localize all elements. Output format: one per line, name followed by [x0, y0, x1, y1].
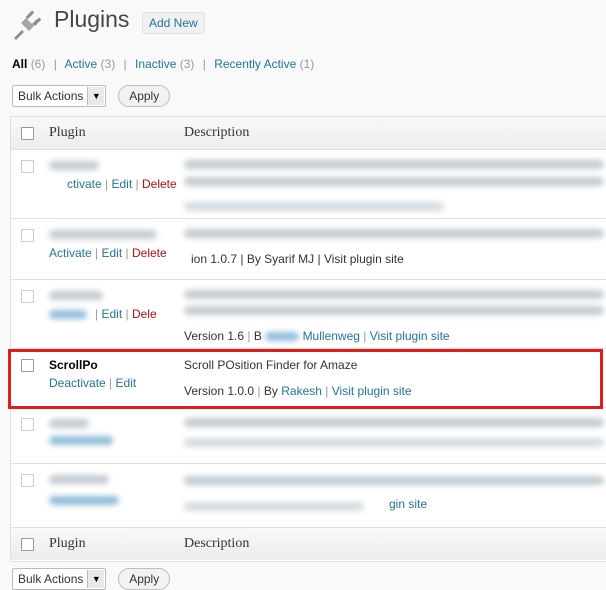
column-plugin-footer: Plugin — [49, 536, 86, 551]
blurred-plugin-name — [49, 230, 157, 239]
filter-all[interactable]: All — [12, 57, 27, 71]
blurred-plugin-name — [49, 475, 109, 484]
table-header: Plugin Description — [11, 117, 606, 150]
delete-link[interactable]: Delete — [132, 246, 167, 260]
blurred-description — [184, 290, 604, 299]
activate-link[interactable]: Activate — [49, 246, 92, 260]
blurred-description — [184, 177, 604, 186]
blurred-description — [184, 160, 604, 169]
visit-plugin-site-link[interactable]: Visit plugin site — [370, 329, 450, 343]
row-checkbox[interactable] — [21, 290, 34, 303]
column-plugin: Plugin — [49, 125, 86, 140]
blurred-description — [184, 229, 604, 238]
apply-button[interactable]: Apply — [118, 85, 171, 107]
bulk-actions-select-bottom[interactable]: Bulk Actions ▼ — [12, 568, 107, 590]
filter-recently-active[interactable]: Recently Active — [214, 57, 296, 71]
filter-inactive-count: (3) — [179, 57, 195, 71]
plugin-meta: gin site — [389, 497, 427, 511]
plugins-icon — [10, 6, 46, 42]
delete-link[interactable]: Delete — [142, 177, 177, 191]
author-link[interactable]: Mullenweg — [303, 329, 360, 343]
row-checkbox[interactable] — [21, 474, 34, 487]
table-row: gin site — [11, 464, 606, 526]
visit-plugin-site-link[interactable]: gin site — [389, 497, 427, 511]
table-row: ctivate | Edit | Delete — [11, 150, 606, 219]
plugin-meta: Version 1.6 | B Mullenweg | Visit plugin… — [184, 329, 450, 343]
blurred-plugin-name — [49, 291, 103, 300]
select-all-checkbox[interactable] — [21, 127, 34, 140]
row-checkbox[interactable] — [21, 229, 34, 242]
activate-link[interactable]: ctivate — [67, 177, 102, 191]
table-row: | Edit | Dele Version 1.6 | B Mullenweg … — [11, 280, 606, 349]
blurred-meta — [184, 202, 444, 211]
table-row: Activate | Edit | Delete ion 1.0.7 | By … — [11, 219, 606, 280]
blurred-plugin-name — [49, 419, 89, 428]
filter-inactive[interactable]: Inactive — [135, 57, 176, 71]
apply-button-bottom[interactable]: Apply — [118, 568, 171, 590]
bulk-actions-label: Bulk Actions — [18, 89, 84, 103]
blurred-description — [184, 438, 604, 447]
filter-separator: | — [202, 57, 206, 71]
row-checkbox[interactable] — [21, 160, 34, 173]
edit-link[interactable]: Edit — [112, 177, 133, 191]
edit-link[interactable]: Edit — [101, 307, 122, 321]
blurred-description — [184, 306, 604, 315]
filter-recently-active-count: (1) — [299, 57, 315, 71]
blurred-description — [184, 476, 604, 485]
plugin-meta: ion 1.0.7 | By Syarif MJ | Visit plugin … — [191, 252, 404, 266]
chevron-down-icon: ▼ — [87, 570, 105, 588]
filter-all-count: (6) — [30, 57, 46, 71]
edit-link[interactable]: Edit — [102, 246, 123, 260]
plugin-version: Version 1.6 — [184, 329, 245, 343]
delete-link[interactable]: Dele — [132, 307, 157, 321]
filter-separator: | — [123, 57, 127, 71]
table-footer: Plugin Description — [11, 527, 606, 560]
plugin-by: B — [253, 329, 262, 343]
add-new-button[interactable]: Add New — [142, 12, 205, 34]
column-description: Description — [184, 125, 250, 140]
row-actions: | Edit | Dele — [95, 307, 157, 321]
plugins-table: Plugin Description ctivate | Edit | Dele… — [10, 116, 606, 562]
column-description-footer: Description — [184, 536, 250, 551]
row-checkbox[interactable] — [21, 418, 34, 431]
blurred-action — [49, 436, 113, 445]
blurred-author — [265, 332, 300, 341]
highlight-box — [8, 349, 603, 409]
blurred-description — [184, 418, 604, 427]
bulk-actions-label: Bulk Actions — [18, 572, 84, 586]
blurred-meta — [184, 502, 364, 511]
select-all-checkbox-footer[interactable] — [21, 538, 34, 551]
status-filter: All (6) | Active (3) | Inactive (3) | Re… — [12, 57, 314, 71]
row-actions: Activate | Edit | Delete — [49, 246, 167, 260]
bulk-actions-select[interactable]: Bulk Actions ▼ — [12, 85, 107, 107]
blurred-action — [49, 496, 119, 505]
filter-active[interactable]: Active — [65, 57, 98, 71]
blurred-plugin-name — [49, 161, 99, 170]
chevron-down-icon: ▼ — [87, 87, 105, 105]
filter-separator: | — [53, 57, 57, 71]
blurred-action — [49, 310, 87, 319]
page-title: Plugins — [54, 6, 130, 32]
bulk-actions-top: Bulk Actions ▼ Apply — [12, 85, 171, 107]
table-row — [11, 408, 606, 464]
filter-active-count: (3) — [100, 57, 116, 71]
row-actions: ctivate | Edit | Delete — [67, 177, 177, 191]
bulk-actions-bottom: Bulk Actions ▼ Apply — [12, 568, 171, 590]
